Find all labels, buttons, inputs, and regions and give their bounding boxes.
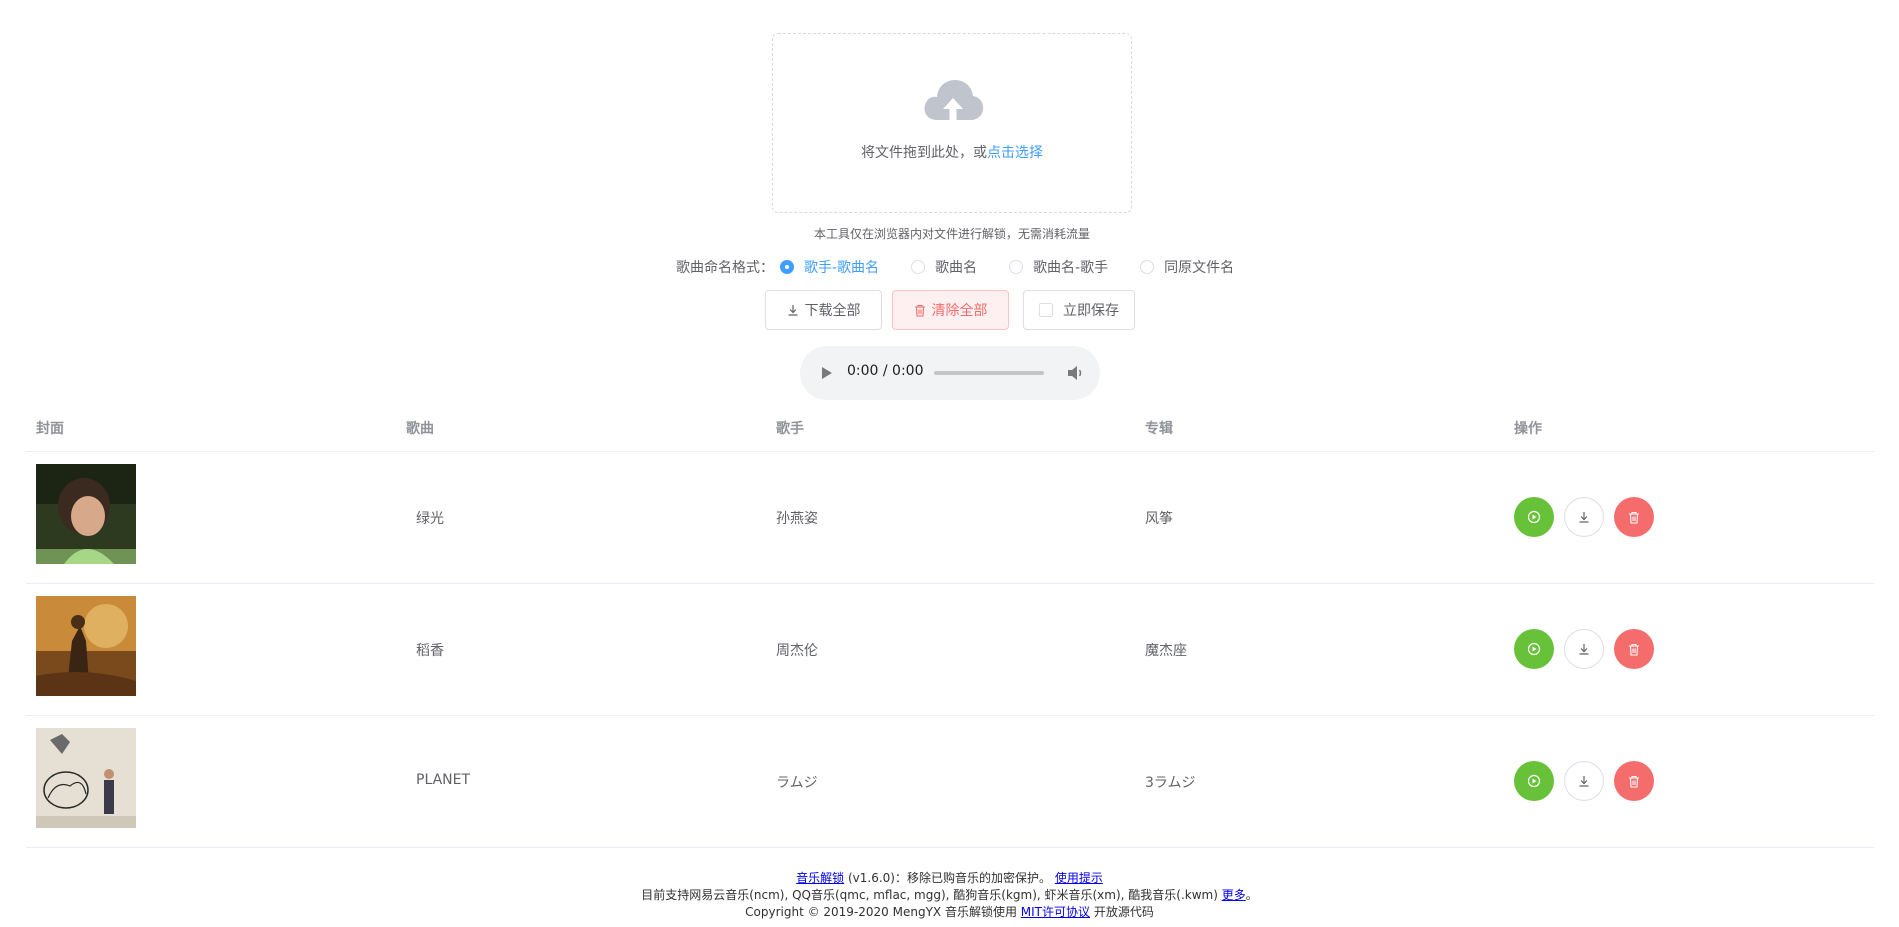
- song-album: 3ラムジ: [1145, 775, 1196, 791]
- play-circle-icon: [1527, 642, 1541, 656]
- audio-player: 0:00 / 0:00: [800, 346, 1100, 400]
- radio-singer-title[interactable]: 歌手-歌曲名: [780, 257, 879, 277]
- app-link[interactable]: 音乐解锁: [796, 871, 844, 885]
- album-cover-image: [36, 596, 136, 696]
- checkbox-box: [1039, 303, 1053, 317]
- play-icon[interactable]: [821, 366, 833, 380]
- audio-progress-track[interactable]: [934, 371, 1044, 375]
- play-button[interactable]: [1514, 761, 1554, 801]
- song-artist: ラムジ: [776, 775, 818, 791]
- save-now-checkbox[interactable]: 立即保存: [1023, 290, 1135, 330]
- download-icon: [788, 305, 797, 316]
- trash-icon: [1629, 511, 1639, 524]
- download-button[interactable]: [1564, 761, 1604, 801]
- delete-button[interactable]: [1614, 497, 1654, 537]
- download-icon: [1579, 776, 1589, 787]
- upload-tip: 本工具仅在浏览器内对文件进行解锁，无需消耗流量: [813, 227, 1090, 241]
- download-icon: [1579, 512, 1589, 523]
- song-title: 绿光: [416, 511, 444, 527]
- audio-time: 0:00 / 0:00: [847, 363, 924, 379]
- more-link[interactable]: 更多: [1222, 888, 1246, 902]
- volume-icon[interactable]: [1067, 365, 1085, 381]
- column-header-title: 歌曲: [406, 421, 434, 437]
- play-button[interactable]: [1514, 629, 1554, 669]
- radio-title[interactable]: 歌曲名: [911, 257, 977, 277]
- download-all-button[interactable]: 下载全部: [765, 290, 882, 330]
- album-cover-image: [36, 464, 136, 564]
- footer-line-3: Copyright © 2019-2020 MengYX 音乐解锁使用 MIT许…: [745, 905, 1154, 919]
- radio-dot: [911, 260, 926, 274]
- table-row: 绿光 孙燕姿 风筝: [0, 452, 1899, 583]
- play-button[interactable]: [1514, 497, 1554, 537]
- song-album: 魔杰座: [1145, 643, 1187, 659]
- song-artist: 孙燕姿: [776, 511, 818, 527]
- naming-format-group: 歌曲命名格式： 歌手-歌曲名 歌曲名 歌曲名-歌手 同原文件名: [676, 257, 1266, 277]
- delete-button[interactable]: [1614, 761, 1654, 801]
- download-button[interactable]: [1564, 497, 1604, 537]
- table-row: PLANET ラムジ 3ラムジ: [0, 716, 1899, 847]
- song-title: PLANET: [416, 772, 471, 788]
- upload-cloud-icon: [924, 80, 984, 126]
- trash-icon: [914, 304, 925, 317]
- upload-select-link[interactable]: 点击选择: [987, 145, 1043, 161]
- column-header-album: 专辑: [1145, 421, 1173, 437]
- help-link[interactable]: 使用提示: [1055, 871, 1103, 885]
- naming-format-label: 歌曲命名格式：: [676, 260, 774, 276]
- song-artist: 周杰伦: [776, 643, 818, 659]
- upload-instructions: 将文件拖到此处，或点击选择: [861, 145, 1043, 161]
- column-header-actions: 操作: [1514, 421, 1542, 437]
- play-circle-icon: [1527, 774, 1541, 788]
- album-cover-image: [36, 728, 136, 828]
- trash-icon: [1629, 775, 1639, 788]
- radio-dot: [1009, 260, 1024, 274]
- clear-all-button[interactable]: 清除全部: [892, 290, 1009, 330]
- play-circle-icon: [1527, 510, 1541, 524]
- radio-title-singer[interactable]: 歌曲名-歌手: [1009, 257, 1108, 277]
- download-button[interactable]: [1564, 629, 1604, 669]
- download-icon: [1579, 644, 1589, 655]
- license-link[interactable]: MIT许可协议: [1021, 905, 1090, 919]
- trash-icon: [1629, 643, 1639, 656]
- song-title: 稻香: [416, 643, 444, 659]
- footer-line-1: 音乐解锁 (v1.6.0)：移除已购音乐的加密保护。 使用提示: [796, 871, 1103, 885]
- upload-dropzone[interactable]: 将文件拖到此处，或点击选择: [772, 33, 1132, 213]
- radio-dot: [1140, 260, 1155, 274]
- table-row: 稻香 周杰伦 魔杰座: [0, 584, 1899, 715]
- radio-dot: [780, 260, 794, 274]
- column-header-cover: 封面: [36, 421, 64, 437]
- column-header-artist: 歌手: [776, 421, 804, 437]
- row-divider: [26, 847, 1874, 848]
- delete-button[interactable]: [1614, 629, 1654, 669]
- song-album: 风筝: [1145, 511, 1173, 527]
- footer-line-2: 目前支持网易云音乐(ncm), QQ音乐(qmc, mflac, mgg), 酷…: [641, 888, 1258, 902]
- radio-original-filename[interactable]: 同原文件名: [1140, 257, 1234, 277]
